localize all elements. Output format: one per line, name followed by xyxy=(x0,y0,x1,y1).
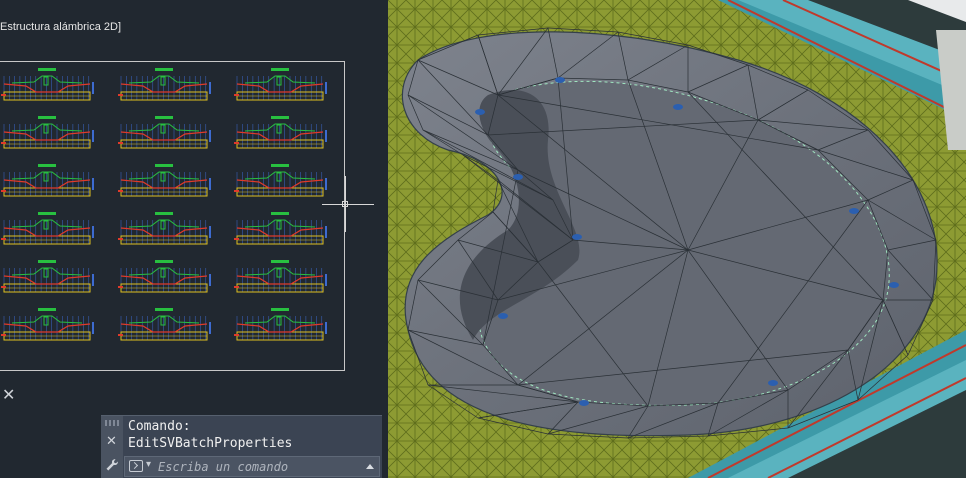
cross-section-thumbnail xyxy=(118,116,211,149)
cross-section-thumbnail xyxy=(234,260,327,293)
cross-section-thumbnail xyxy=(234,116,327,149)
surface-vertex[interactable] xyxy=(513,174,523,180)
surface-vertex[interactable] xyxy=(889,282,899,288)
command-line-grip[interactable]: ✕ xyxy=(101,416,123,478)
cross-section-thumbnail xyxy=(118,68,211,101)
surface-vertex[interactable] xyxy=(768,380,778,386)
command-input-row: ▾ xyxy=(124,456,380,477)
model-3d-viewport[interactable] xyxy=(388,0,966,478)
view-style-label[interactable]: Estructura alámbrica 2D] xyxy=(0,21,121,33)
surface-vertex[interactable] xyxy=(555,77,565,83)
command-history-label: Comando: xyxy=(128,419,191,434)
crosshair-pickbox xyxy=(342,201,348,207)
cross-section-thumbnail xyxy=(234,68,327,101)
surface-vertex[interactable] xyxy=(572,234,582,240)
cross-section-thumbnail xyxy=(1,260,94,293)
close-icon[interactable]: ✕ xyxy=(2,388,15,404)
command-history: Comando: EditSVBatchProperties xyxy=(128,418,292,452)
chevron-up-icon[interactable] xyxy=(366,464,374,469)
terrain-surface xyxy=(388,0,966,478)
cross-section-thumbnail xyxy=(1,308,94,341)
cross-section-thumbnail xyxy=(1,212,94,245)
command-prompt-icon[interactable] xyxy=(129,460,143,472)
crosshair-horizontal xyxy=(322,204,374,205)
cross-section-thumbnail xyxy=(118,212,211,245)
plan-viewport[interactable]: Estructura alámbrica 2D] ✕ ✕ Comando: Ed… xyxy=(0,0,388,478)
cross-section-thumbnail xyxy=(1,116,94,149)
cross-section-thumbnail xyxy=(118,164,211,197)
surface-vertex[interactable] xyxy=(579,400,589,406)
chevron-down-icon[interactable]: ▾ xyxy=(146,459,151,470)
cross-section-thumbnail xyxy=(118,308,211,341)
cross-section-thumbnail xyxy=(1,68,94,101)
command-history-entry: EditSVBatchProperties xyxy=(128,436,293,451)
cross-section-thumbnail xyxy=(118,260,211,293)
cross-section-thumbnail xyxy=(234,308,327,341)
cross-section-thumbnail xyxy=(234,164,327,197)
surface-vertex[interactable] xyxy=(498,313,508,319)
surface-vertex[interactable] xyxy=(475,109,485,115)
cross-section-thumbnail xyxy=(234,212,327,245)
close-icon[interactable]: ✕ xyxy=(106,434,117,447)
section-grid xyxy=(1,68,327,341)
surface-vertex[interactable] xyxy=(849,208,859,214)
grip-handle-icon[interactable] xyxy=(105,420,119,426)
command-input[interactable] xyxy=(158,458,358,475)
surface-vertex[interactable] xyxy=(673,104,683,110)
cross-section-sheet xyxy=(0,61,345,371)
wrench-icon[interactable] xyxy=(105,458,119,472)
cross-section-thumbnail xyxy=(1,164,94,197)
command-line-window: ✕ Comando: EditSVBatchProperties ▾ xyxy=(101,415,382,478)
